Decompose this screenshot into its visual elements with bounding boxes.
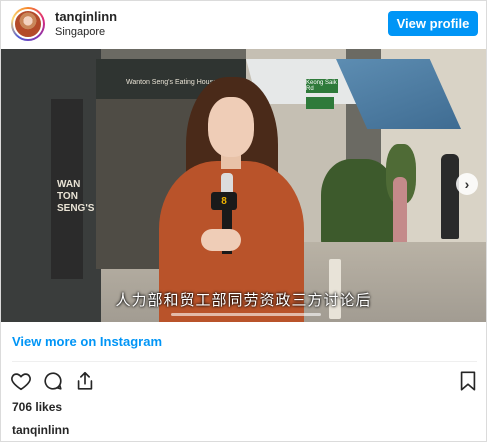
post-header: tanqinlinn Singapore View profile — [1, 1, 486, 49]
view-more-link[interactable]: View more on Instagram — [12, 334, 162, 349]
microphone — [221, 173, 233, 193]
share-button[interactable] — [73, 369, 97, 393]
carousel-progress — [171, 313, 321, 316]
divider — [12, 361, 477, 362]
instagram-embed-card: tanqinlinn Singapore View profile Keong … — [0, 0, 487, 442]
post-media[interactable]: Keong Saik Rd WAN TON SENG'S Wanton Seng… — [1, 49, 486, 322]
background-person — [441, 154, 459, 239]
heart-icon — [11, 373, 31, 391]
street-sign: Keong Saik Rd — [306, 79, 338, 93]
avatar-image — [13, 9, 43, 39]
reporter-hand — [201, 229, 241, 251]
chevron-right-icon: › — [464, 176, 470, 192]
background-person — [393, 177, 407, 247]
avatar[interactable] — [11, 7, 45, 41]
video-subtitle: 人力部和贸工部同劳资政三方讨论后 — [115, 291, 372, 309]
view-profile-button[interactable]: View profile — [388, 11, 478, 36]
microphone-logo: 8 — [211, 192, 237, 210]
street-sign — [306, 97, 334, 109]
likes-count[interactable]: 706 likes — [12, 400, 62, 414]
plants — [321, 159, 396, 249]
reporter-face — [208, 97, 254, 157]
comment-button[interactable] — [41, 369, 65, 393]
share-icon — [77, 371, 93, 390]
bookmark-icon — [460, 371, 476, 391]
next-slide-button[interactable]: › — [456, 173, 478, 195]
save-button[interactable] — [456, 369, 480, 393]
like-button[interactable] — [9, 369, 33, 393]
shop-sign-text: WAN TON SENG'S — [57, 179, 95, 214]
location[interactable]: Singapore — [55, 26, 105, 38]
caption-username[interactable]: tanqinlinn — [12, 423, 69, 437]
comment-icon — [44, 372, 62, 390]
username[interactable]: tanqinlinn — [55, 9, 117, 24]
store-sign-text: Wanton Seng's Eating House — [126, 79, 217, 86]
